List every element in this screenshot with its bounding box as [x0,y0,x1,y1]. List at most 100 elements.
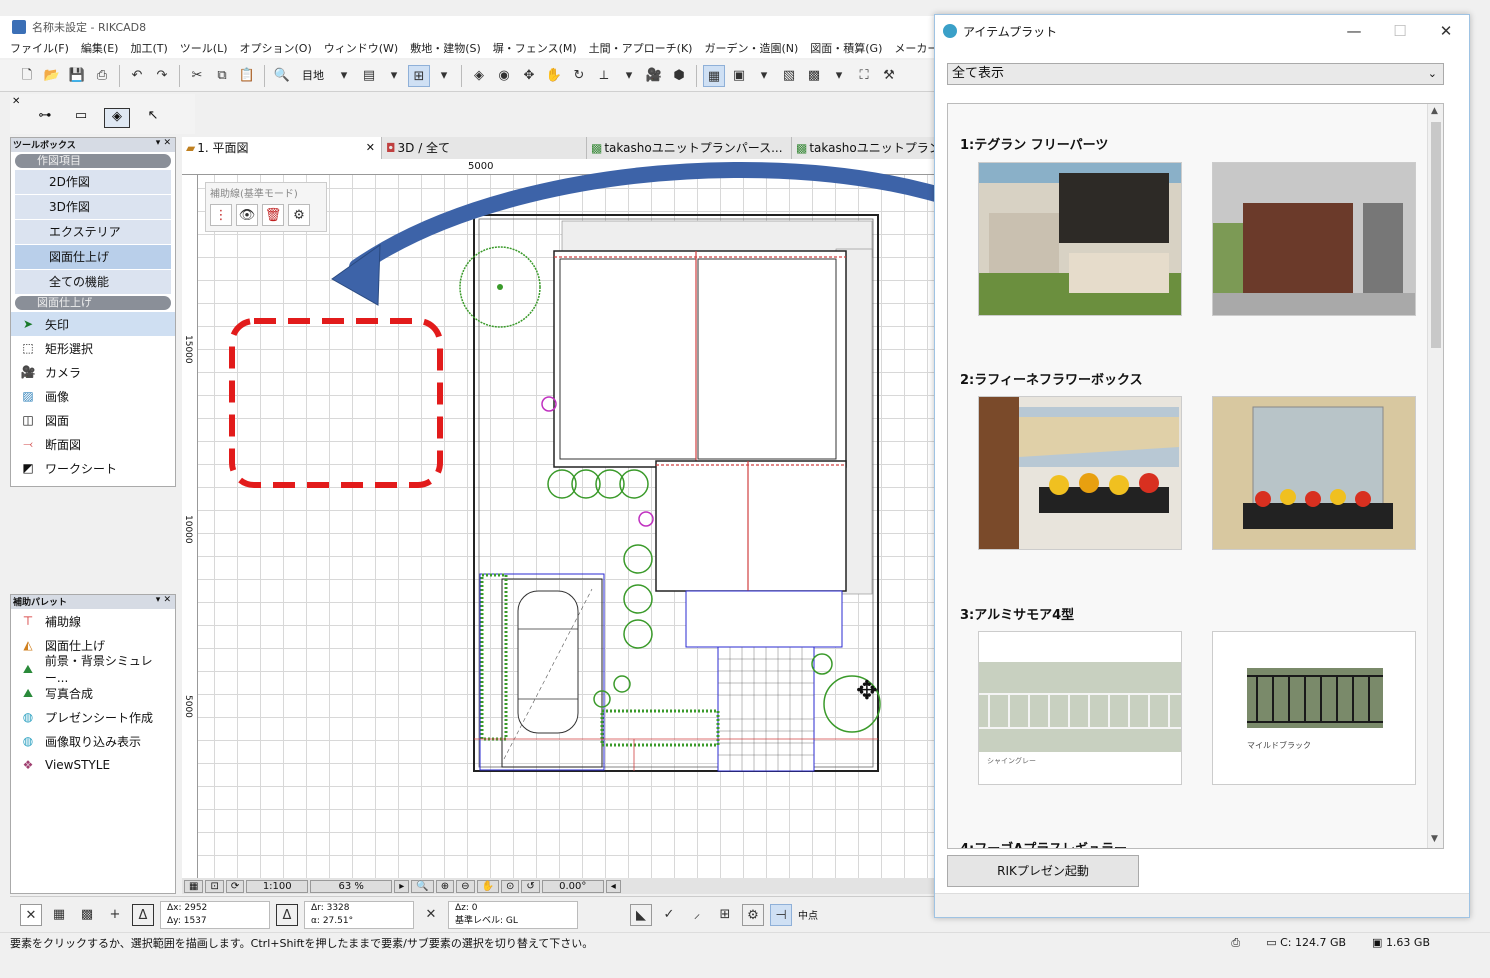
plan-view-icon[interactable]: ▦ [703,64,725,87]
tool-drawing[interactable]: ◫ 図面 [11,408,175,432]
category-3d[interactable]: 3D作図 [15,195,171,219]
pan-icon[interactable]: ✋ [543,65,565,87]
new-file-icon[interactable]: 🗋 [16,65,38,87]
scroll-thumb[interactable] [1431,122,1441,348]
item-thumbnail[interactable] [978,396,1182,550]
snap-point-icon[interactable]: ⸝ [686,904,708,926]
group-header-draw[interactable]: 作図項目 [15,154,171,168]
walk-icon[interactable]: ✥ [518,65,540,87]
find-icon[interactable]: 🔍 [271,65,293,87]
midpoint-snap-icon[interactable]: ⊣ [770,903,792,926]
item-thumbnail[interactable] [1212,396,1416,550]
open-folder-icon[interactable]: 📂 [41,65,63,87]
paste-icon[interactable]: 📋 [236,65,258,87]
menu-window[interactable]: ウィンドウ(W) [324,40,398,56]
tab-plan[interactable]: ▰ 1. 平面図 ✕ [182,137,382,159]
chevron-down-icon[interactable]: ▾ [618,65,640,87]
category-2d[interactable]: 2D作図 [15,170,171,194]
zoom-field[interactable]: 63 % [310,879,393,893]
pointer-icon[interactable]: ↖ [140,108,166,128]
tool-image[interactable]: ▨ 画像 [11,384,175,408]
angle-field[interactable]: 0.00° [541,879,604,893]
menu-tools[interactable]: ツール(L) [180,40,228,56]
section-icon[interactable]: ▣ [728,65,750,87]
tool-section[interactable]: ⤙ 断面図 [11,432,175,456]
item-thumbnail[interactable]: マイルドブラック [1212,631,1416,785]
view-3d-icon[interactable]: ◈ [468,65,490,87]
grid-snap-icon[interactable]: ▦ [48,904,70,926]
palette-scrollbar[interactable]: ▲ ▼ [1427,104,1443,848]
filter-select[interactable]: 全て表示 ⌄ [947,63,1444,85]
menu-site-building[interactable]: 敷地・建物(S) [410,40,481,56]
level-icon[interactable]: ✕ [420,904,442,926]
panel-controls[interactable]: ▾ ✕ [156,595,171,609]
maximize-icon[interactable]: ☐ [1377,22,1423,40]
camera-icon[interactable]: 🎥 [643,65,665,87]
menu-options[interactable]: オプション(O) [240,40,312,56]
prev-zoom-icon[interactable]: ◂ [605,879,621,893]
magnet-icon[interactable]: ⚙ [742,903,764,926]
check-icon[interactable]: ✓ [658,904,680,926]
save-icon[interactable]: 💾 [66,65,88,87]
snap-mode-icon[interactable]: ◣ [630,903,652,926]
chevron-down-icon[interactable]: ▾ [433,65,455,87]
chevron-down-icon[interactable]: ▾ [333,65,355,87]
redo-icon[interactable]: ↷ [151,65,173,87]
tab-takasho-plan[interactable]: ▩ takashoユニットプラン [792,137,935,159]
item-thumbnail[interactable] [978,162,1182,316]
tool-worksheet[interactable]: ◩ ワークシート [11,456,175,480]
assist-item-viewstyle[interactable]: ❖ ViewSTYLE [11,753,175,777]
rect-mode-icon[interactable]: ▭ [68,108,94,128]
orbit-icon[interactable]: ◉ [493,65,515,87]
assist-item-presentation[interactable]: ◍ プレゼンシート作成 [11,705,175,729]
chevron-down-icon[interactable]: ▾ [383,65,405,87]
render-icon[interactable]: ▩ [803,65,825,87]
zoom-area-icon[interactable]: 🔍 [411,879,434,893]
refresh-icon[interactable]: ⟳ [225,879,245,893]
menu-approach[interactable]: 土間・アプローチ(K) [589,40,693,56]
copy-icon[interactable]: ⧉ [211,65,233,87]
item-list[interactable]: 1:テグラン フリーパーツ 2:ラフィーネフラワーボックス 3:アルミサモア4型… [947,103,1444,849]
layout-icon[interactable]: ▧ [778,65,800,87]
tab-3d[interactable]: ◘ 3D / 全て [382,137,587,159]
tool-rect-select[interactable]: ⬚ 矩形選択 [11,336,175,360]
cancel-icon[interactable]: ✕ [20,903,42,926]
tool-arrow[interactable]: ➤ 矢印 [11,312,175,336]
menu-fence[interactable]: 塀・フェンス(M) [493,40,577,56]
tool-icon[interactable]: ⚒ [878,65,900,87]
item-thumbnail[interactable] [1212,162,1416,316]
zoom-extents-icon[interactable]: ⊙ [500,879,520,893]
tool-camera[interactable]: 🎥 カメラ [11,360,175,384]
snap-grid-icon[interactable]: ⊞ [714,904,736,926]
snap-icon[interactable]: ⊞ [408,64,430,87]
scroll-up-icon[interactable]: ▲ [1431,106,1438,116]
rotate-icon[interactable]: ↻ [568,65,590,87]
cut-icon[interactable]: ✂ [186,65,208,87]
tab-takasho-perspective[interactable]: ▩ takashoユニットプランパース... [587,137,792,159]
zoom-out-icon[interactable]: ⊖ [456,879,475,893]
assist-item-guide[interactable]: ⊤ 補助線 [11,609,175,633]
assist-item-background-sim[interactable]: ⛰ 前景・背景シミュレー... [11,654,175,685]
delta-icon[interactable]: Δ [276,903,298,926]
close-icon[interactable]: ✕ [360,137,381,159]
menu-file[interactable]: ファイル(F) [10,40,69,56]
menu-edit[interactable]: 編集(E) [81,40,119,56]
panel-controls[interactable]: ▾ ✕ [156,138,171,152]
chevron-down-icon[interactable]: ▾ [753,65,775,87]
close-icon[interactable]: ✕ [12,96,20,107]
group-header-finish[interactable]: 図面仕上げ [15,296,171,310]
print-icon[interactable]: ⎙ [91,65,113,87]
zoom-in-icon[interactable]: ⊕ [435,879,455,893]
delta-icon[interactable]: Δ [132,903,154,926]
pan-icon[interactable]: ✋ [476,879,499,893]
hatch-icon[interactable]: ▩ [76,904,98,926]
close-icon[interactable]: ✕ [1423,22,1469,40]
rik-presen-button[interactable]: RIKプレゼン起動 [947,855,1139,887]
chevron-down-icon[interactable]: ▾ [828,65,850,87]
object-icon[interactable]: ⬢ [668,65,690,87]
rotate-view-icon[interactable]: ↺ [521,879,540,893]
fit-icon[interactable]: ⛶ [853,65,875,87]
zoom-fit-icon[interactable]: ⊡ [205,879,224,893]
assist-item-image-import[interactable]: ◍ 画像取り込み表示 [11,729,175,753]
fill-mode-icon[interactable]: ◈ [104,108,130,128]
